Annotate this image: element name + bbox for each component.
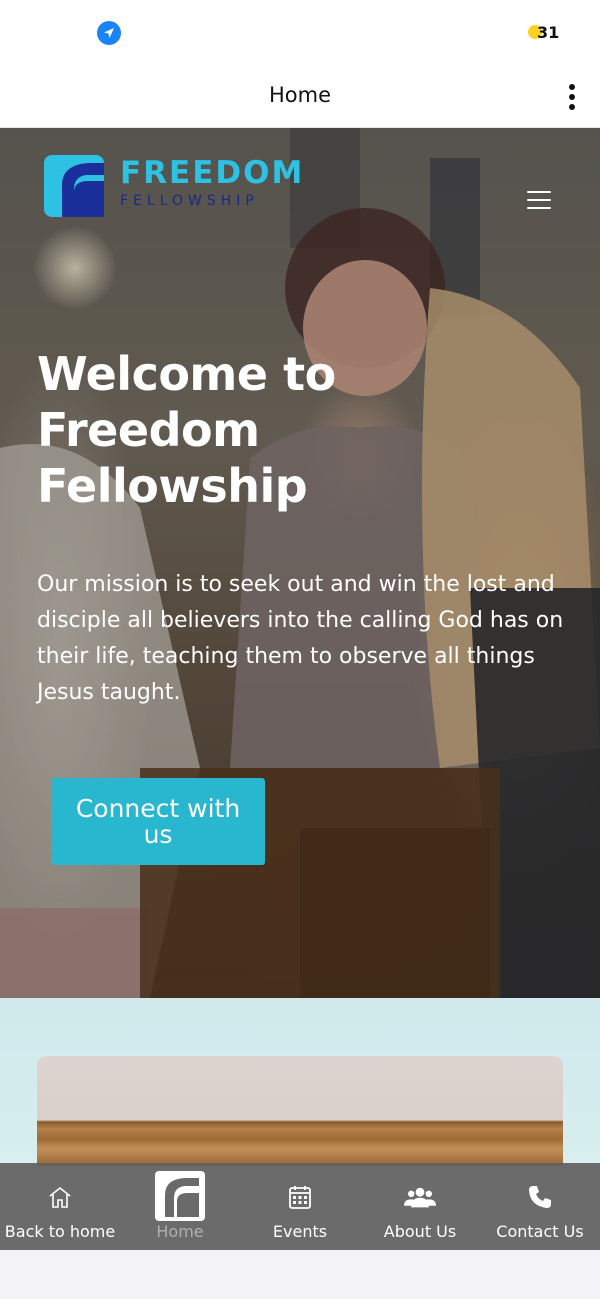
content-section	[0, 998, 600, 1166]
tab-about-us[interactable]: About Us	[360, 1163, 480, 1250]
logo-mark-icon	[44, 151, 114, 221]
calendar-icon	[284, 1183, 316, 1211]
bottom-tab-bar: Back to home Home Events About Us Contac…	[0, 1163, 600, 1250]
users-icon	[404, 1183, 436, 1211]
home-indicator-area	[0, 1250, 600, 1299]
tab-label: About Us	[383, 1222, 457, 1241]
tab-back-to-home[interactable]: Back to home	[0, 1163, 120, 1250]
tab-label: Contact Us	[496, 1222, 584, 1241]
church-logo[interactable]: FREEDOM FELLOWSHIP	[44, 151, 354, 221]
more-vertical-icon[interactable]	[560, 82, 584, 112]
status-bar: 31	[0, 0, 600, 66]
app-logo-icon	[155, 1171, 205, 1221]
hamburger-icon[interactable]	[527, 191, 551, 209]
hero-content: FREEDOM FELLOWSHIP Welcome to Freedom Fe…	[0, 128, 600, 998]
app-screen: 31 Home FREEDOM FELLOWSHIP Welcome to Fr…	[0, 0, 600, 1299]
app-header: Home	[0, 66, 600, 128]
tab-label: Events	[272, 1222, 328, 1241]
section-image	[37, 1056, 563, 1166]
tab-contact-us[interactable]: Contact Us	[480, 1163, 600, 1250]
location-arrow-icon	[97, 21, 121, 45]
notification-badge[interactable]: 31	[528, 21, 559, 43]
logo-wordmark: FREEDOM	[120, 155, 305, 191]
page-title: Home	[268, 83, 331, 107]
tab-home[interactable]: Home	[120, 1163, 240, 1250]
hero-section: FREEDOM FELLOWSHIP Welcome to Freedom Fe…	[0, 128, 600, 998]
notification-count: 31	[537, 22, 560, 42]
tab-label: Back to home	[4, 1222, 116, 1241]
home-icon	[44, 1183, 76, 1211]
connect-button[interactable]: Connect with us	[51, 778, 265, 865]
hero-title: Welcome to Freedom Fellowship	[37, 347, 336, 513]
phone-icon	[524, 1183, 556, 1211]
tab-events[interactable]: Events	[240, 1163, 360, 1250]
logo-subtitle: FELLOWSHIP	[120, 193, 259, 209]
hero-mission-text: Our mission is to seek out and win the l…	[37, 572, 564, 705]
tab-label: Home	[156, 1222, 204, 1241]
